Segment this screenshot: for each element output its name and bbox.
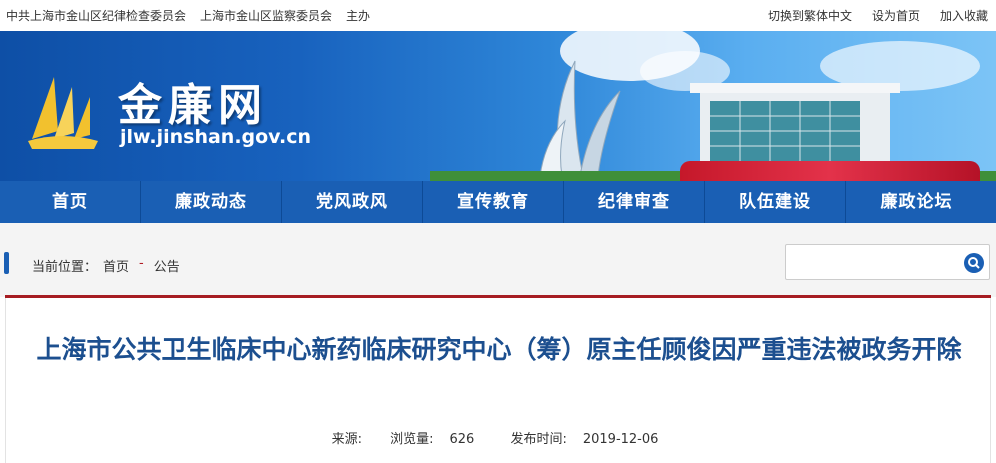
site-url: jlw.jinshan.gov.cn bbox=[120, 126, 312, 148]
organizer-links: 中共上海市金山区纪律检查委员会 上海市金山区监察委员会 主办 bbox=[6, 7, 370, 24]
article-panel: 上海市公共卫生临床中心新药临床研究中心（筹）原主任顾俊因严重违法被政务开除 来源… bbox=[5, 298, 991, 463]
search-icon bbox=[968, 257, 980, 269]
breadcrumb-current[interactable]: 公告 bbox=[154, 256, 180, 275]
main-navigation: 首页 廉政动态 党风政风 宣传教育 纪律审查 队伍建设 廉政论坛 bbox=[0, 181, 996, 223]
date-label: 发布时间: bbox=[510, 432, 567, 447]
organizer-link-discipline[interactable]: 中共上海市金山区纪律检查委员会 bbox=[6, 7, 186, 24]
sculpture-image bbox=[539, 60, 621, 177]
date-value: 2019-12-06 bbox=[582, 432, 659, 447]
nav-item-forum[interactable]: 廉政论坛 bbox=[846, 181, 987, 223]
search-button[interactable] bbox=[964, 253, 984, 273]
article-meta: 来源: 浏览量: 626 发布时间: 2019-12-06 bbox=[6, 428, 992, 447]
source-label: 来源: bbox=[331, 432, 362, 447]
banner-flowers bbox=[680, 161, 980, 181]
breadcrumb-prefix: 当前位置： bbox=[32, 260, 98, 275]
nav-item-integrity-news[interactable]: 廉政动态 bbox=[141, 181, 282, 223]
sail-logo-icon[interactable] bbox=[24, 69, 100, 151]
site-name[interactable]: 金廉网 bbox=[118, 69, 268, 133]
add-favorite-link[interactable]: 加入收藏 bbox=[940, 7, 988, 24]
top-utility-bar: 中共上海市金山区纪律检查委员会 上海市金山区监察委员会 主办 切换到繁体中文 设… bbox=[0, 0, 996, 30]
date-info: 发布时间: 2019-12-06 bbox=[502, 432, 666, 447]
nav-item-education[interactable]: 宣传教育 bbox=[423, 181, 564, 223]
article-title: 上海市公共卫生临床中心新药临床研究中心（筹）原主任顾俊因严重违法被政务开除 bbox=[36, 335, 962, 364]
organizer-link-supervision[interactable]: 上海市金山区监察委员会 bbox=[200, 7, 332, 24]
set-homepage-link[interactable]: 设为首页 bbox=[872, 7, 920, 24]
switch-traditional-link[interactable]: 切换到繁体中文 bbox=[768, 7, 852, 24]
breadcrumb-marker bbox=[4, 252, 9, 274]
breadcrumb-separator: - bbox=[139, 256, 144, 271]
views-info: 浏览量: 626 bbox=[382, 432, 482, 447]
search-input[interactable] bbox=[792, 245, 966, 279]
breadcrumb-home-link[interactable]: 首页 bbox=[103, 256, 129, 275]
utility-links: 切换到繁体中文 设为首页 加入收藏 bbox=[768, 7, 988, 24]
nav-item-home[interactable]: 首页 bbox=[0, 181, 141, 223]
views-value: 626 bbox=[449, 432, 475, 447]
search-box bbox=[785, 244, 990, 280]
nav-item-party-conduct[interactable]: 党风政风 bbox=[282, 181, 423, 223]
organizer-label: 主办 bbox=[346, 9, 371, 23]
views-label: 浏览量: bbox=[390, 432, 434, 447]
site-banner: 金廉网 jlw.jinshan.gov.cn bbox=[0, 31, 996, 181]
government-building-image bbox=[690, 83, 900, 171]
breadcrumb: 当前位置： 首页 - 公告 bbox=[32, 256, 180, 275]
nav-item-team-building[interactable]: 队伍建设 bbox=[705, 181, 846, 223]
nav-item-discipline-review[interactable]: 纪律审查 bbox=[564, 181, 705, 223]
